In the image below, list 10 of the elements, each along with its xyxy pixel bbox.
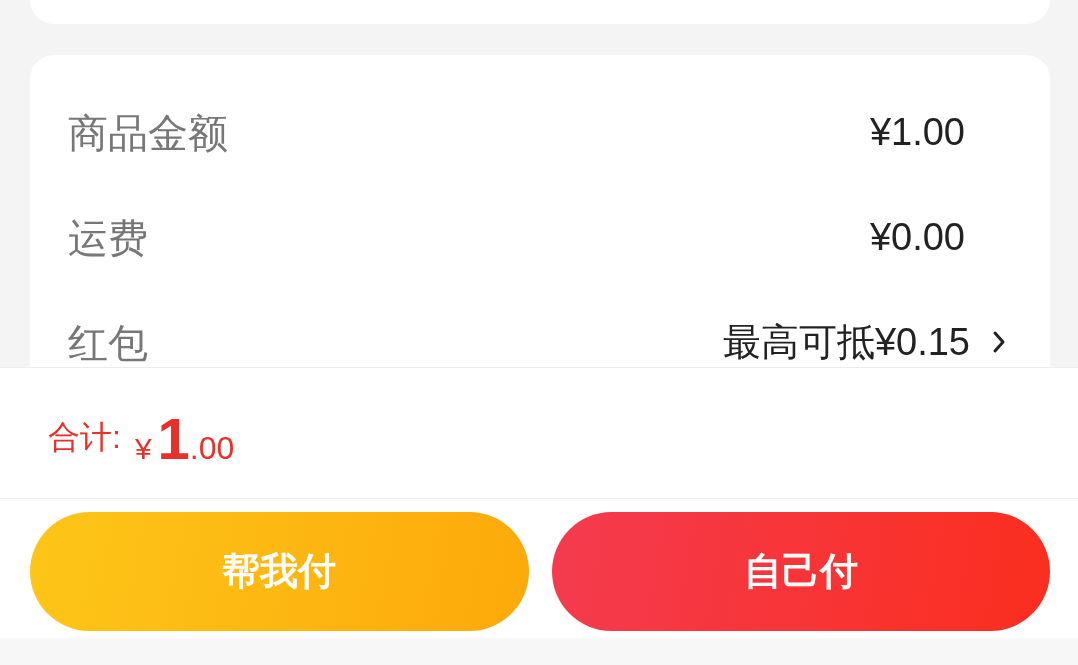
- row-label: 商品金额: [68, 110, 228, 155]
- row-value: ¥0.00: [869, 216, 965, 259]
- row-label: 红包: [68, 320, 148, 365]
- chevron-right-icon: [992, 330, 1006, 355]
- total-label: 合计:: [48, 418, 121, 457]
- total-amount: ¥1.00: [134, 404, 235, 472]
- row-value: ¥1.00: [869, 111, 965, 154]
- discount-selector[interactable]: 最高可抵¥0.15: [722, 321, 1006, 364]
- pay-button[interactable]: 自己付: [551, 512, 1050, 631]
- row-label: 运费: [68, 215, 148, 260]
